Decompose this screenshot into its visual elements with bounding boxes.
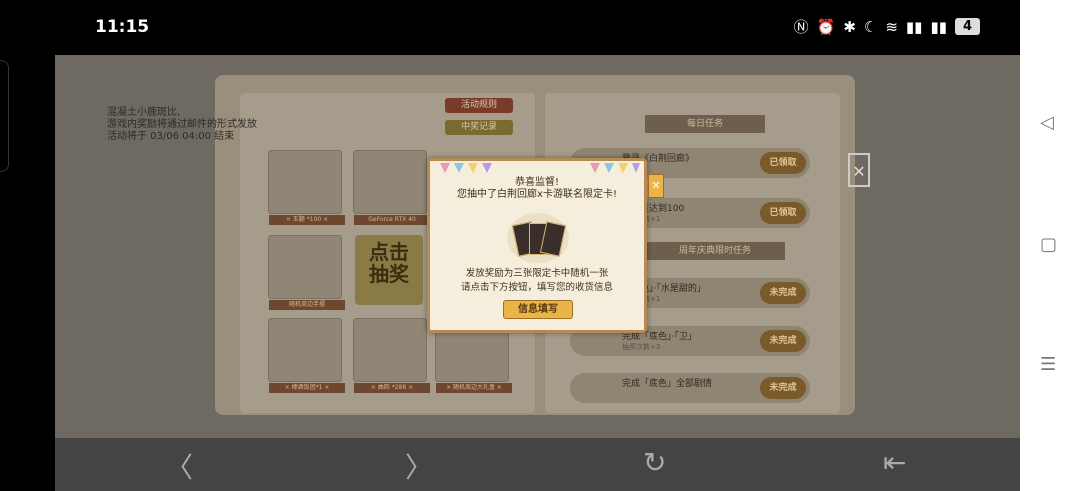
wifi-icon: ≋ [885,17,898,36]
exit-icon[interactable]: ⇤ [883,446,906,479]
task-status-button[interactable]: 未完成 [760,377,806,399]
prize-caption: × 玉髓 *100 × [269,215,345,225]
back-icon[interactable]: 〈 [165,446,193,486]
info-line: 混凝土小鹿斑比, [107,107,181,118]
modal-message: 您抽中了白荆回廊x卡游联名限定卡! [457,189,617,200]
prize-caption: 随机周边手摆 [269,300,345,310]
event-info: 混凝土小鹿斑比, 游戏内奖励将通过邮件的形式发放 活动将于 03/06 04:0… [107,107,257,143]
signal-5g-icon: ▮▮ [930,17,947,36]
task-row: 完成「底色」全部剧情 未完成 [570,373,810,403]
moon-icon: ☾ [863,17,878,36]
prize-cell: 随机周边手摆 [268,235,345,310]
phone-screen: 11:15 Ⓝ ⏰ ✱ ☾ ≋ ▮▮ ▮▮ 4 混凝土小鹿斑比, 游戏内奖励将通… [0,0,1020,491]
signal-5g-icon: ▮▮ [905,17,923,36]
status-bar: 11:15 Ⓝ ⏰ ✱ ☾ ≋ ▮▮ ▮▮ 4 [0,0,1020,55]
task-sub: 抽奖次数+3 [622,343,661,351]
prize-cell: × 曲韵 *288 × [353,318,430,393]
alarm-icon: ⏰ [816,17,836,36]
prize-cell: GeForce RTX 40 [353,150,430,225]
info-line: 游戏内奖励将通过邮件的形式发放 [107,119,257,130]
fill-info-button[interactable]: 信息填写 [503,300,573,319]
modal-description: 发放奖励为三张限定卡中随机一张 [465,268,609,279]
modal-description: 请点击下方按钮，填写您的收货信息 [460,282,613,293]
task-status-button[interactable]: 未完成 [760,330,806,352]
task-text: 完成「底色」全部剧情 [622,379,713,389]
limited-tasks-ribbon: 周年庆典限时任务 [645,242,785,260]
prize-cell: × 玉髓 *100 × [268,150,345,225]
prize-caption: × 随机周边大礼盒 × [436,383,512,393]
close-icon[interactable]: ✕ [648,174,664,198]
prize-caption: × 棒酒饭团*1 × [269,383,345,393]
task-status-button[interactable]: 已领取 [760,152,806,174]
info-line: 活动将于 03/06 04:00 结束 [107,131,235,142]
bunting-decoration [440,163,640,173]
prize-modal: 恭喜监督! 您抽中了白荆回廊x卡游联名限定卡! 发放奖励为三张限定卡中随机一张 … [427,158,647,333]
draw-label: 抽奖 [369,262,409,286]
system-navbar: ◁ ▢ ☰ [1020,0,1080,491]
battery-indicator: 4 [954,18,980,35]
recents-menu-icon[interactable]: ☰ [1040,354,1056,375]
bluetooth-icon: ✱ [843,17,856,36]
card-image [507,213,569,263]
back-triangle-icon[interactable]: ◁ [1040,112,1054,133]
home-square-icon[interactable]: ▢ [1040,234,1057,255]
task-status-button[interactable]: 已领取 [760,202,806,224]
draw-label: 点击 [369,240,409,264]
prize-cell: × 棒酒饭团*1 × [268,318,345,393]
status-icons: Ⓝ ⏰ ✱ ☾ ≋ ▮▮ ▮▮ 4 [794,16,980,37]
close-panel-button[interactable]: ✕ [848,153,870,187]
prize-caption: × 曲韵 *288 × [354,383,430,393]
forward-icon[interactable]: 〉 [405,446,433,486]
nfc-icon: Ⓝ [793,18,809,36]
prize-caption: GeForce RTX 40 [354,215,430,225]
record-button[interactable]: 中奖记录 [445,120,513,135]
browser-navbar: 〈 〉 ↻ ⇤ [55,438,1020,491]
refresh-icon[interactable]: ↻ [643,446,666,479]
task-status-button[interactable]: 未完成 [760,282,806,304]
draw-button[interactable]: 点击 抽奖 [355,235,423,305]
rules-button[interactable]: 活动规则 [445,98,513,113]
side-handle [0,60,9,172]
daily-tasks-ribbon: 每日任务 [645,115,765,133]
clock: 11:15 [95,17,150,37]
